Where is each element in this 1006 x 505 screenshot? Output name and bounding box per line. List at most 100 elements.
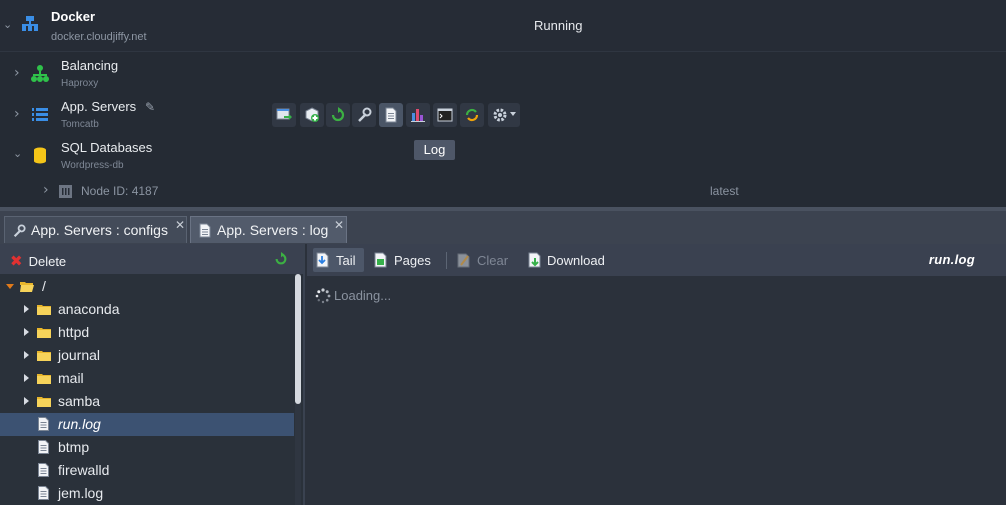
expand-arrow-icon[interactable] <box>24 374 29 382</box>
log-toolbar: Tail Pages Clear Download run.log <box>307 244 1006 276</box>
node-row[interactable]: › Node ID: 4187 latest <box>0 180 1006 202</box>
clear-icon <box>457 253 470 268</box>
file-icon <box>38 486 49 500</box>
database-icon <box>34 147 46 164</box>
file-browser: ✖ Delete / anaconda httpd journal mail samba r… <box>0 244 305 505</box>
terminal-icon <box>437 108 453 122</box>
pages-button[interactable]: Pages <box>371 248 437 272</box>
config-button[interactable] <box>352 103 376 127</box>
close-icon[interactable]: ✕ <box>334 219 346 231</box>
chevron-right-icon[interactable]: › <box>14 65 20 81</box>
tree-label: btmp <box>58 439 90 455</box>
chevron-right-icon[interactable]: › <box>43 182 49 198</box>
chevron-right-icon[interactable]: › <box>14 106 20 122</box>
loading-spinner-icon <box>315 288 331 304</box>
tab-bar: App. Servers : configs ✕ App. Servers : … <box>0 211 1006 244</box>
settings-icon <box>493 108 507 122</box>
tree-folder[interactable]: anaconda <box>0 298 294 321</box>
tree-file[interactable]: btmp <box>0 436 294 459</box>
tab-configs[interactable]: App. Servers : configs ✕ <box>4 216 187 243</box>
tree-folder[interactable]: mail <box>0 367 294 390</box>
redeploy-button[interactable] <box>272 103 296 127</box>
app-server-icon <box>32 108 48 121</box>
tree-label: run.log <box>58 416 101 432</box>
delete-icon: ✖ <box>10 252 23 270</box>
environment-domain[interactable]: docker.cloudjiffy.net <box>51 31 147 43</box>
layer-sql-databases[interactable]: ⌄ SQL Databases Wordpress-db <box>0 137 1006 178</box>
statistics-icon <box>411 109 425 122</box>
tree-folder[interactable]: httpd <box>0 321 294 344</box>
tree-label: samba <box>58 393 101 409</box>
toolbar-separator <box>446 252 447 269</box>
clear-button[interactable]: Clear <box>454 248 514 272</box>
tab-label: App. Servers : configs <box>31 222 168 238</box>
log-tooltip: Log <box>414 140 455 160</box>
tail-button[interactable]: Tail <box>313 248 364 272</box>
environment-name[interactable]: Docker <box>51 9 95 24</box>
layer-stack: Tomcatb <box>61 119 99 130</box>
close-icon[interactable]: ✕ <box>175 219 187 231</box>
file-icon <box>38 440 49 454</box>
tree-file[interactable]: run.log <box>0 413 294 436</box>
delete-label: Delete <box>28 254 67 269</box>
environment-panel: ⌄ Docker docker.cloudjiffy.net Running › <box>0 0 1006 207</box>
tree-folder[interactable]: journal <box>0 344 294 367</box>
folder-icon <box>37 305 51 315</box>
tree-file[interactable]: firewalld <box>0 459 294 482</box>
tail-icon <box>316 252 329 268</box>
expand-arrow-icon[interactable] <box>24 328 29 336</box>
node-tag: latest <box>710 184 739 198</box>
log-button[interactable] <box>379 103 403 127</box>
tree-label: mail <box>58 370 84 386</box>
app-root: ⌄ Docker docker.cloudjiffy.net Running › <box>0 0 1006 505</box>
log-viewer: Tail Pages Clear Download run.log Loadin… <box>307 244 1006 505</box>
clear-label: Clear <box>477 253 509 268</box>
file-icon <box>38 417 49 431</box>
expand-arrow-icon[interactable] <box>6 284 14 289</box>
layer-stack: Haproxy <box>61 78 99 89</box>
chevron-down-icon[interactable]: ⌄ <box>13 147 22 160</box>
tab-log[interactable]: App. Servers : log ✕ <box>190 216 347 243</box>
tree-label: jem.log <box>58 485 104 501</box>
expand-arrow-icon[interactable] <box>24 305 29 313</box>
tree-folder[interactable]: samba <box>0 390 294 413</box>
download-label: Download <box>547 253 605 268</box>
tree-root[interactable]: / <box>0 275 294 298</box>
log-file-name: run.log <box>928 252 975 267</box>
tree-label: firewalld <box>58 462 110 478</box>
chevron-down-icon[interactable]: ⌄ <box>3 18 12 31</box>
settings-dropdown-button[interactable] <box>488 103 520 127</box>
statistics-button[interactable] <box>406 103 430 127</box>
log-icon <box>385 107 397 123</box>
tree-label: journal <box>58 347 101 363</box>
node-icon <box>59 185 72 198</box>
layer-name: Balancing <box>61 58 119 73</box>
tree-label: / <box>42 278 46 294</box>
pages-label: Pages <box>394 253 431 268</box>
expand-arrow-icon[interactable] <box>24 397 29 405</box>
restart-button[interactable] <box>326 103 350 127</box>
document-icon <box>199 223 211 238</box>
tree-file[interactable]: jem.log <box>0 482 294 505</box>
layer-name: App. Servers <box>61 99 137 114</box>
layer-stack: Wordpress-db <box>61 160 124 171</box>
add-node-button[interactable] <box>300 103 324 127</box>
environment-topology-icon <box>22 16 38 31</box>
download-icon <box>528 252 541 268</box>
balancer-icon <box>31 65 49 82</box>
download-button[interactable]: Download <box>525 248 609 272</box>
expand-arrow-icon[interactable] <box>24 351 29 359</box>
terminal-button[interactable] <box>433 103 457 127</box>
refresh-icon[interactable] <box>274 252 288 266</box>
environment-header[interactable]: ⌄ Docker docker.cloudjiffy.net Running <box>0 0 1006 52</box>
layer-name: SQL Databases <box>61 140 153 155</box>
edit-pencil-icon[interactable]: ✎ <box>145 100 155 114</box>
layer-balancing[interactable]: › Balancing Haproxy <box>0 55 1006 96</box>
tail-label: Tail <box>336 253 356 268</box>
tree-label: anaconda <box>58 301 120 317</box>
wrench-icon <box>358 107 372 122</box>
redeploy-icon <box>276 108 292 120</box>
delete-button[interactable]: ✖ Delete <box>10 252 67 270</box>
clone-button[interactable] <box>460 103 484 127</box>
scrollbar-thumb[interactable] <box>295 274 301 404</box>
